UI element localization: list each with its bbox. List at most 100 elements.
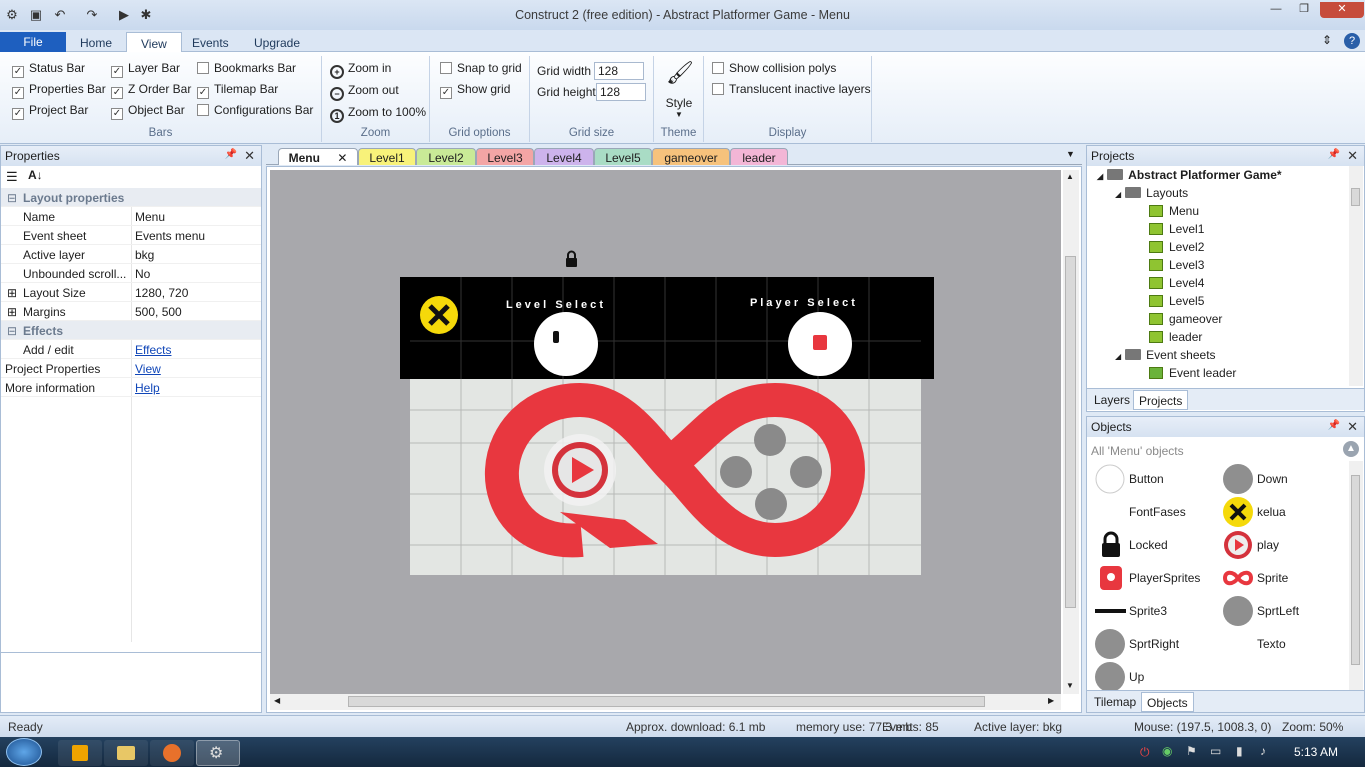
prop-row[interactable]: Active layer bkg — [1, 245, 261, 264]
sort-az-icon[interactable]: A↓ — [28, 168, 43, 182]
objects-scrollbar[interactable] — [1349, 461, 1363, 690]
scroll-up-icon[interactable]: ▲ — [1066, 172, 1074, 181]
close-tab-icon[interactable]: ✕ — [337, 151, 347, 165]
ribbon-collapse-icon[interactable]: ⇕ — [1322, 33, 1332, 47]
grid-width-input[interactable]: 128 — [594, 62, 644, 80]
tab-events[interactable]: Events — [178, 32, 243, 52]
scroll-left-icon[interactable]: ◀ — [274, 696, 280, 705]
section-effects[interactable]: ⊟ Effects — [1, 321, 261, 340]
object-item[interactable]: SprtRight — [1091, 628, 1216, 661]
pin-icon[interactable]: 📌 — [1328, 149, 1340, 160]
tree-event-item[interactable]: Event leader — [1149, 366, 1236, 384]
object-item[interactable]: Texto — [1219, 628, 1344, 661]
tab-level4[interactable]: Level4 — [534, 148, 594, 165]
tab-list-dropdown-icon[interactable]: ▼ — [1066, 149, 1075, 159]
tab-file[interactable]: File — [0, 32, 66, 52]
help-link[interactable]: Help — [135, 381, 160, 395]
prop-row[interactable]: Name Menu — [1, 207, 261, 226]
help-icon[interactable]: ? — [1344, 33, 1360, 49]
tab-level1[interactable]: Level1 — [358, 148, 416, 165]
objects-scroll-thumb[interactable] — [1351, 475, 1360, 665]
object-item[interactable]: PlayerSprites — [1091, 562, 1216, 595]
collapse-icon[interactable]: ⊟ — [7, 324, 17, 338]
power-icon[interactable]: ⏻ — [1140, 745, 1150, 760]
tree-folder-events[interactable]: ◢ Event sheets — [1115, 348, 1216, 366]
tree-root[interactable]: ◢ Abstract Platformer Game* — [1097, 168, 1282, 186]
down-sprite[interactable] — [755, 488, 787, 520]
tilemap-bar-checkbox[interactable]: ✓ Tilemap Bar — [197, 82, 278, 100]
start-button[interactable] — [6, 738, 42, 766]
horizontal-scrollbar[interactable]: ◀ ▶ — [270, 694, 1061, 710]
locked-sprite[interactable] — [566, 250, 577, 268]
scroll-right-icon[interactable]: ▶ — [1048, 696, 1054, 705]
play-sprite[interactable] — [544, 434, 616, 506]
tab-level3[interactable]: Level3 — [476, 148, 534, 165]
prop-row[interactable]: Add / edit Effects — [1, 340, 261, 359]
tree-layout-item[interactable]: leader — [1149, 330, 1202, 348]
prop-row[interactable]: Event sheet Events menu — [1, 226, 261, 245]
view-link[interactable]: View — [135, 362, 161, 376]
bookmarks-bar-checkbox[interactable]: Bookmarks Bar — [197, 61, 296, 79]
scroll-down-icon[interactable]: ▼ — [1066, 681, 1074, 690]
flag-icon[interactable]: ⚑ — [1186, 744, 1197, 758]
tab-projects[interactable]: Projects — [1133, 390, 1189, 410]
tab-view[interactable]: View — [126, 32, 182, 53]
tree-layout-item[interactable]: Menu — [1149, 204, 1199, 222]
grid-height-input[interactable]: 128 — [596, 83, 646, 101]
signal-icon[interactable]: ▮ — [1236, 744, 1243, 758]
tab-upgrade[interactable]: Upgrade — [240, 32, 314, 52]
object-item[interactable]: Sprite — [1219, 562, 1344, 595]
close-icon[interactable]: ✕ — [1320, 2, 1364, 18]
minimize-icon[interactable]: — — [1262, 2, 1290, 18]
up-sprite[interactable] — [754, 424, 786, 456]
collision-polys-checkbox[interactable]: Show collision polys — [712, 61, 836, 79]
object-item[interactable]: play — [1219, 529, 1344, 562]
tree-layout-item[interactable]: Level2 — [1149, 240, 1204, 258]
status-bar-checkbox[interactable]: ✓ Status Bar — [12, 61, 85, 79]
prop-row[interactable]: Project Properties View — [1, 359, 261, 378]
style-brush-icon[interactable]: 🖌 — [666, 60, 694, 88]
zoom-100-button[interactable]: 1 Zoom to 100% — [330, 105, 426, 123]
tab-level5[interactable]: Level5 — [594, 148, 652, 165]
projects-scroll-thumb[interactable] — [1351, 188, 1360, 206]
section-layout-properties[interactable]: ⊟ Layout properties — [1, 188, 261, 207]
project-bar-checkbox[interactable]: ✓ Project Bar — [12, 103, 88, 121]
level-select-button[interactable] — [534, 312, 598, 376]
tree-layout-item[interactable]: gameover — [1149, 312, 1222, 330]
close-x-sprite[interactable] — [420, 296, 458, 334]
tab-menu[interactable]: Menu ✕ — [278, 148, 358, 165]
close-panel-icon[interactable]: ✕ — [1347, 419, 1358, 435]
style-button[interactable]: Style — [654, 96, 704, 110]
style-dropdown-icon[interactable]: ▼ — [654, 110, 704, 119]
display-icon[interactable]: ▭ — [1210, 744, 1221, 758]
object-item[interactable]: kelua — [1219, 496, 1344, 529]
up-folder-icon[interactable]: ▲ — [1343, 441, 1359, 457]
tab-objects[interactable]: Objects — [1141, 692, 1194, 712]
categorized-icon[interactable]: ☰ — [6, 169, 18, 185]
volume-icon[interactable]: ♪ — [1260, 744, 1266, 758]
tab-level2[interactable]: Level2 — [416, 148, 476, 165]
tree-layout-item[interactable]: Level1 — [1149, 222, 1204, 240]
tab-gameover[interactable]: gameover — [652, 148, 730, 165]
prop-row[interactable]: More information Help — [1, 378, 261, 397]
close-panel-icon[interactable]: ✕ — [244, 148, 255, 164]
horizontal-scroll-thumb[interactable] — [348, 696, 985, 707]
zoom-out-button[interactable]: − Zoom out — [330, 83, 399, 101]
tree-folder-layouts[interactable]: ◢ Layouts — [1115, 186, 1188, 204]
clock[interactable]: 5:13 AM — [1294, 745, 1338, 759]
pin-icon[interactable]: 📌 — [1328, 420, 1340, 431]
close-panel-icon[interactable]: ✕ — [1347, 148, 1358, 164]
object-item[interactable]: Up — [1091, 661, 1216, 690]
prop-row[interactable]: ⊞ Layout Size 1280, 720 — [1, 283, 261, 302]
translucent-layers-checkbox[interactable]: Translucent inactive layers — [712, 82, 871, 100]
object-item[interactable]: FontFases — [1091, 496, 1216, 529]
right-sprite[interactable] — [790, 456, 822, 488]
tree-layout-item[interactable]: Level4 — [1149, 276, 1204, 294]
object-item[interactable]: Sprite3 — [1091, 595, 1216, 628]
prop-row[interactable]: Unbounded scroll... No — [1, 264, 261, 283]
tab-leader[interactable]: leader — [730, 148, 788, 165]
configurations-bar-checkbox[interactable]: Configurations Bar — [197, 103, 313, 121]
expand-icon[interactable]: ⊞ — [7, 305, 17, 319]
header-bar-sprite[interactable] — [400, 277, 934, 379]
network-status-icon[interactable]: ◉ — [1162, 744, 1172, 758]
